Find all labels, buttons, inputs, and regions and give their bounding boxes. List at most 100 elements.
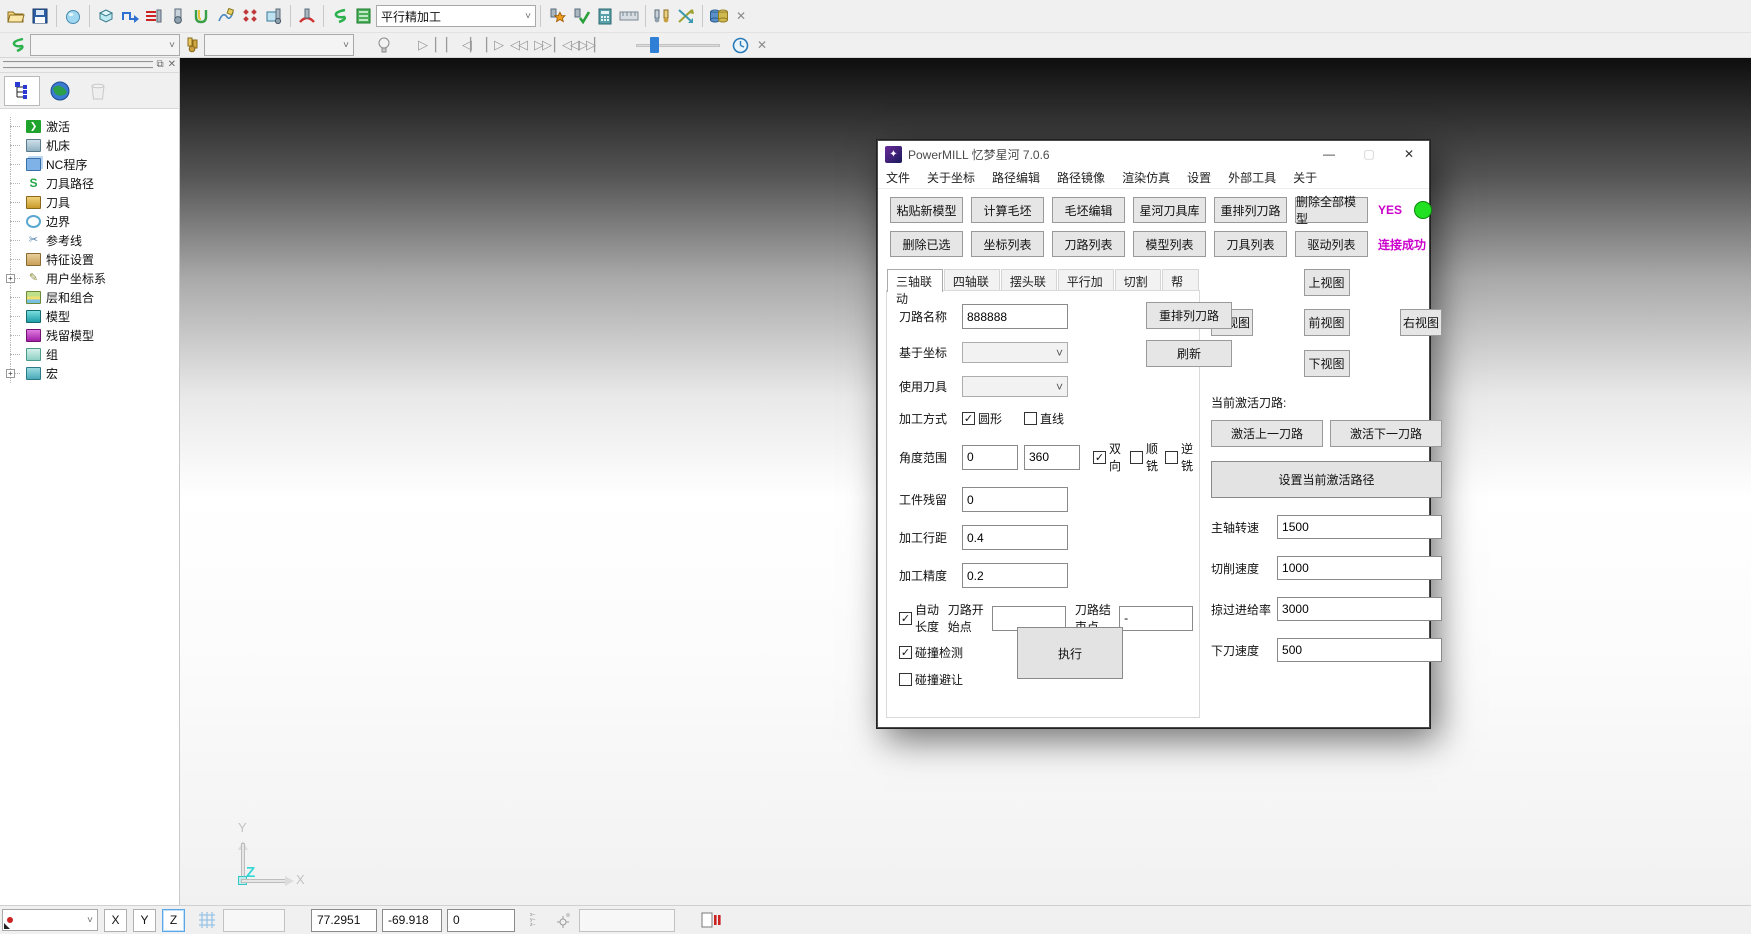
tool-library-button[interactable]: 星河刀具库 (1133, 197, 1206, 223)
sim-toolpath-combobox[interactable]: ˅ (30, 34, 180, 56)
tool-holder-icon[interactable] (295, 4, 319, 28)
menu-file[interactable]: 文件 (886, 169, 910, 186)
create-block-icon[interactable] (94, 4, 118, 28)
tree-item-levels[interactable]: 层和组合 (6, 288, 179, 307)
coord-list-button[interactable]: 坐标列表 (971, 231, 1044, 257)
expand-icon[interactable]: + (6, 369, 15, 378)
spindle-speed-input[interactable] (1277, 515, 1442, 539)
tab-3axis[interactable]: 三轴联动 (887, 269, 943, 292)
tree-item-patterns[interactable]: ✂参考线 (6, 231, 179, 250)
tool-pair-icon[interactable] (650, 4, 674, 28)
axis-z-button[interactable]: Z (162, 909, 185, 932)
bulb-icon[interactable] (372, 33, 396, 57)
close-toolbar-icon[interactable]: ✕ (752, 38, 772, 52)
mode-line-checkbox[interactable]: 直线 (1024, 410, 1064, 427)
angle-to-input[interactable] (1024, 445, 1080, 470)
cutting-feed-input[interactable] (1277, 556, 1442, 580)
minimize-button[interactable]: — (1309, 141, 1349, 167)
step-forward-icon[interactable]: ▏▷ (482, 34, 506, 56)
collision-avoid-checkbox[interactable]: 碰撞避让 (899, 671, 963, 688)
menu-about[interactable]: 关于 (1293, 169, 1317, 186)
tool-icon[interactable] (180, 33, 204, 57)
dialog-titlebar[interactable]: ✦ PowerMILL 忆梦星河 7.0.6 — ▢ ✕ (878, 141, 1429, 167)
play-icon[interactable]: ▷ (410, 34, 434, 56)
refresh-button[interactable]: 刷新 (1146, 340, 1232, 367)
mode-circle-checkbox[interactable]: ✓圆形 (962, 410, 1002, 427)
clock-icon[interactable] (728, 33, 752, 57)
strategy-combobox[interactable]: 平行精加工 ˅ (376, 5, 536, 27)
stock-model-icon[interactable] (707, 4, 731, 28)
tree-item-toolpaths[interactable]: S刀具路径 (6, 174, 179, 193)
slider-handle[interactable] (650, 37, 659, 53)
menu-path-edit[interactable]: 路径编辑 (992, 169, 1040, 186)
tree-item-nc-programs[interactable]: NC程序 (6, 155, 179, 174)
fast-forward-icon[interactable]: ▷▷ (530, 34, 554, 56)
tree-item-machine[interactable]: 机床 (6, 136, 179, 155)
speed-slider[interactable] (636, 35, 720, 55)
toolpath-strategy-icon[interactable] (118, 4, 142, 28)
create-pattern-icon[interactable] (214, 4, 238, 28)
maximize-button[interactable]: ▢ (1349, 141, 1389, 167)
go-start-icon[interactable]: ▏◁◁ (554, 34, 578, 56)
position-probe-icon[interactable] (555, 911, 573, 929)
expand-icon[interactable]: + (6, 274, 15, 283)
close-toolbar-icon[interactable]: ✕ (731, 9, 751, 23)
tolerance-input[interactable] (962, 563, 1068, 588)
plunge-feed-input[interactable] (1277, 638, 1442, 662)
toolpath-name-input[interactable] (962, 304, 1068, 329)
delete-all-models-button[interactable]: 删除全部模型 (1295, 197, 1368, 223)
menu-external-tools[interactable]: 外部工具 (1228, 169, 1276, 186)
tree-item-tools[interactable]: 刀具 (6, 193, 179, 212)
swap-axes-icon[interactable] (674, 4, 698, 28)
axis-x-button[interactable]: X (104, 909, 127, 932)
tree-item-activate[interactable]: ❯激活 (6, 117, 179, 136)
view-top-button[interactable]: 上视图 (1304, 269, 1350, 296)
set-active-path-button[interactable]: 设置当前激活路径 (1211, 461, 1442, 498)
tab-parallel[interactable]: 平行加工 (1058, 269, 1114, 291)
tab-explorer-recycle[interactable] (80, 76, 116, 106)
activate-prev-button[interactable]: 激活上一刀路 (1211, 420, 1323, 447)
menu-path-mirror[interactable]: 路径镜像 (1057, 169, 1105, 186)
pause-icon[interactable]: ▏▏ (434, 34, 458, 56)
activate-next-button[interactable]: 激活下一刀路 (1330, 420, 1442, 447)
conventional-checkbox[interactable]: 逆铣 (1165, 440, 1193, 474)
tree-item-macros[interactable]: +宏 (6, 364, 179, 383)
measure-icon[interactable] (617, 4, 641, 28)
rearrange-toolpaths-button[interactable]: 重排列刀路 (1214, 197, 1287, 223)
tab-saw[interactable]: 切割锯 (1115, 269, 1161, 291)
tab-help[interactable]: 帮助 (1162, 269, 1199, 291)
workplane-tool-icon[interactable] (262, 4, 286, 28)
tolerance-field[interactable] (223, 909, 285, 932)
view-front-button[interactable]: 前视图 (1304, 309, 1350, 336)
sim-tool-combobox[interactable]: ˅ (204, 34, 354, 56)
verify-toolpath-icon[interactable] (569, 4, 593, 28)
tree-item-workplanes[interactable]: +✎用户坐标系 (6, 269, 179, 288)
based-coord-combobox[interactable]: ˅ (962, 342, 1068, 363)
workplane-combobox[interactable]: ˅ (2, 909, 98, 931)
toolpath-icon[interactable] (6, 33, 30, 57)
stock-allowance-input[interactable] (962, 487, 1068, 512)
tree-item-groups[interactable]: 组 (6, 345, 179, 364)
tree-item-models[interactable]: 模型 (6, 307, 179, 326)
tool-list-button[interactable]: 刀具列表 (1214, 231, 1287, 257)
axis-y-button[interactable]: Y (133, 909, 156, 932)
model-list-button[interactable]: 模型列表 (1133, 231, 1206, 257)
menu-settings[interactable]: 设置 (1187, 169, 1211, 186)
tree-item-feature-sets[interactable]: 特征设置 (6, 250, 179, 269)
strategy-list-icon[interactable] (352, 4, 376, 28)
menu-render-sim[interactable]: 渲染仿真 (1122, 169, 1170, 186)
open-file-icon[interactable] (4, 4, 28, 28)
use-tool-combobox[interactable]: ˅ (962, 376, 1068, 397)
create-tool-icon[interactable] (166, 4, 190, 28)
stepover-input[interactable] (962, 525, 1068, 550)
tab-explorer-tree[interactable] (4, 76, 40, 106)
save-icon[interactable] (28, 4, 52, 28)
close-button[interactable]: ✕ (1389, 141, 1429, 167)
shaded-view-icon[interactable] (61, 4, 85, 28)
tab-explorer-world[interactable] (42, 76, 78, 106)
rapid-feed-input[interactable] (1277, 597, 1442, 621)
auto-length-checkbox[interactable]: ✓自动长度 (899, 601, 940, 635)
stock-edit-button[interactable]: 毛坯编辑 (1052, 197, 1125, 223)
clipboard-pause-icon[interactable] (701, 911, 723, 929)
toolpath-list-button[interactable]: 刀路列表 (1052, 231, 1125, 257)
